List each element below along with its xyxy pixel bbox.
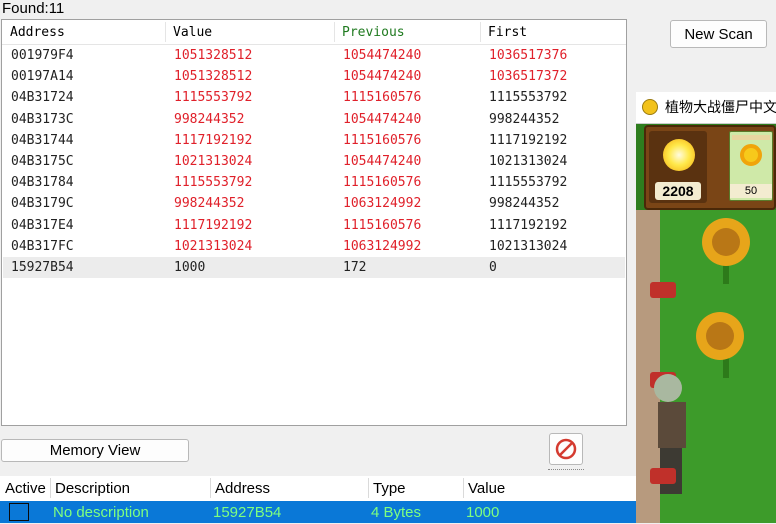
cell-address: 04B3173C <box>11 111 74 127</box>
sun-bank: 2208 <box>649 131 707 203</box>
cell-address: 04B31724 <box>11 90 74 106</box>
cell-first: 1021313024 <box>489 154 568 169</box>
cell-first: 1021313024 <box>489 238 568 254</box>
column-previous[interactable]: Previous <box>342 20 405 44</box>
cell-address: 04B31744 <box>11 132 74 148</box>
result-row[interactable]: 04B317E4 1117192192 1115160576 1117192192 <box>3 215 625 236</box>
game-titlebar[interactable]: 植物大战僵尸中文 <box>636 92 776 124</box>
address-list-header: Active Description Address Type Value <box>0 476 636 500</box>
sun-count: 2208 <box>655 182 701 200</box>
cell-value: 1115553792 <box>174 175 253 191</box>
cell-previous: 1063124992 <box>343 238 422 254</box>
stop-scan-icon <box>555 438 577 460</box>
cell-value: 1051328512 <box>174 48 253 63</box>
cell-previous: 172 <box>343 260 367 275</box>
cell-address: 04B317E4 <box>11 217 74 233</box>
seed-bar: 2208 50 <box>644 125 776 210</box>
cell-previous: 1054474240 <box>343 154 422 169</box>
cell-first: 1117192192 <box>489 217 568 233</box>
found-count: Found:11 <box>2 0 65 17</box>
result-row[interactable]: 04B3175C 1021313024 1054474240 1021313024 <box>3 151 625 172</box>
result-row[interactable]: 04B3179C 998244352 1063124992 998244352 <box>3 193 625 214</box>
column-value[interactable]: Value <box>468 476 505 501</box>
cell-address: 04B3175C <box>11 154 74 169</box>
address-list[interactable]: Active Description Address Type Value No… <box>0 476 636 523</box>
stop-scan-button[interactable] <box>549 433 583 465</box>
sunflower-icon <box>740 144 762 166</box>
row-type[interactable]: 4 Bytes <box>371 501 421 524</box>
result-row[interactable]: 04B31744 1117192192 1115160576 1117192192 <box>3 130 625 151</box>
active-checkbox[interactable] <box>9 503 29 521</box>
cell-first: 1117192192 <box>489 132 568 148</box>
row-address[interactable]: 15927B54 <box>213 501 281 524</box>
cell-previous: 1054474240 <box>343 48 422 63</box>
cell-first: 998244352 <box>489 111 560 127</box>
cell-first: 1115553792 <box>489 90 568 106</box>
cell-previous: 1054474240 <box>343 111 422 127</box>
cell-first: 1115553792 <box>489 175 568 191</box>
cell-value: 1051328512 <box>174 69 253 85</box>
sunflower-seed-card[interactable]: 50 <box>729 131 773 201</box>
cell-value: 1115553792 <box>174 90 253 106</box>
cell-value: 1021313024 <box>174 238 253 254</box>
cell-previous: 1115160576 <box>343 90 422 106</box>
column-active[interactable]: Active <box>5 476 46 501</box>
card-header <box>732 135 770 140</box>
result-row[interactable]: 04B31724 1115553792 1115160576 1115553792 <box>3 87 625 108</box>
new-scan-button[interactable]: New Scan <box>670 20 767 48</box>
cell-value: 1117192192 <box>174 217 253 233</box>
result-row[interactable]: 04B3173C 998244352 1054474240 998244352 <box>3 109 625 130</box>
address-list-row[interactable]: No description 15927B54 4 Bytes 1000 <box>0 501 636 523</box>
game-app-icon <box>642 99 658 115</box>
cell-previous: 1063124992 <box>343 196 422 212</box>
cell-address: 04B31784 <box>11 175 74 191</box>
cell-value: 998244352 <box>174 111 245 127</box>
cell-value: 998244352 <box>174 196 245 212</box>
result-row[interactable]: 001979F4 1051328512 1054474240 1036517376 <box>3 45 625 66</box>
sun-icon <box>663 139 695 171</box>
cell-address: 04B317FC <box>11 238 74 254</box>
column-first[interactable]: First <box>488 20 527 44</box>
cell-first: 1036517372 <box>489 69 568 85</box>
cell-address: 15927B54 <box>11 260 74 275</box>
row-description[interactable]: No description <box>53 501 149 524</box>
cell-address: 001979F4 <box>11 48 74 63</box>
card-cost: 50 <box>730 184 772 198</box>
results-header: Address Value Previous First <box>2 20 626 45</box>
cell-first: 1036517376 <box>489 48 568 63</box>
cell-value: 1021313024 <box>174 154 253 169</box>
cell-first: 0 <box>489 260 497 275</box>
panel-splitter[interactable] <box>0 469 636 473</box>
cell-address: 04B3179C <box>11 196 74 212</box>
cell-first: 998244352 <box>489 196 560 212</box>
scan-results-list[interactable]: Address Value Previous First 001979F4 105… <box>1 19 627 426</box>
window-edge <box>628 0 636 476</box>
result-row[interactable]: 15927B54 1000 172 0 <box>3 257 625 278</box>
result-row[interactable]: 04B31784 1115553792 1115160576 1115553792 <box>3 172 625 193</box>
cell-previous: 1115160576 <box>343 217 422 233</box>
cell-address: 00197A14 <box>11 69 74 85</box>
game-title: 植物大战僵尸中文 <box>665 99 776 115</box>
column-description[interactable]: Description <box>55 476 130 501</box>
column-address[interactable]: Address <box>10 20 65 44</box>
sunflower-icon[interactable] <box>696 312 744 360</box>
result-row[interactable]: 04B317FC 1021313024 1063124992 1021313024 <box>3 236 625 257</box>
column-value[interactable]: Value <box>173 20 212 44</box>
cell-value: 1000 <box>174 260 206 275</box>
cell-previous: 1115160576 <box>343 175 422 191</box>
cell-value: 1117192192 <box>174 132 253 148</box>
column-type[interactable]: Type <box>373 476 406 501</box>
memory-view-button[interactable]: Memory View <box>1 439 189 462</box>
column-address[interactable]: Address <box>215 476 270 501</box>
game-window[interactable]: 植物大战僵尸中文 2208 50 <box>636 92 776 523</box>
row-value[interactable]: 1000 <box>466 501 499 524</box>
lawnmower-icon <box>650 282 676 298</box>
cell-previous: 1054474240 <box>343 69 422 85</box>
result-row[interactable]: 00197A14 1051328512 1054474240 1036517372 <box>3 66 625 87</box>
sunflower-icon[interactable] <box>702 218 750 266</box>
cell-previous: 1115160576 <box>343 132 422 148</box>
lawnmower-icon <box>650 468 676 484</box>
